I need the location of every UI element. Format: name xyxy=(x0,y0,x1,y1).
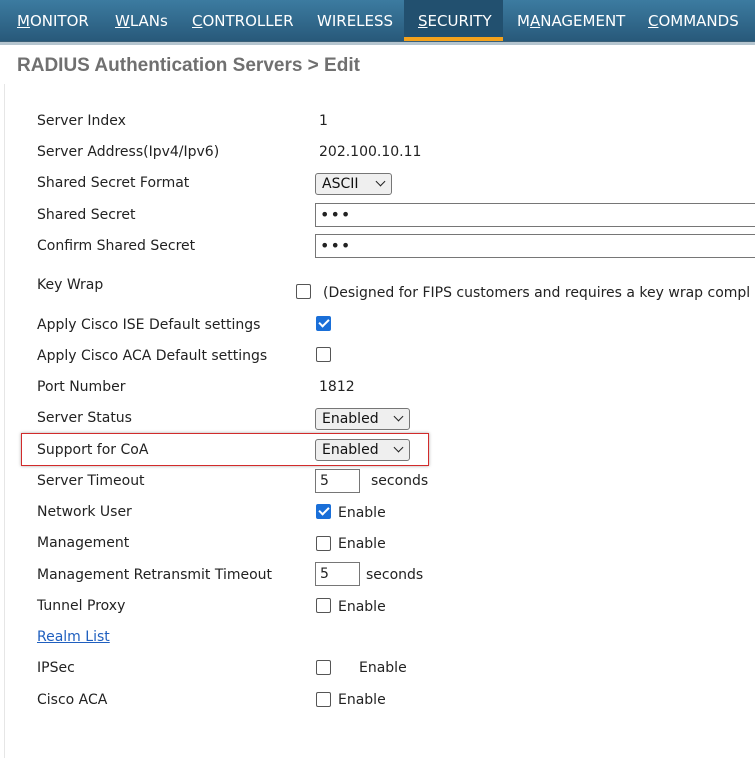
support-coa-label: Support for CoA xyxy=(37,442,149,458)
port-number-value: 1812 xyxy=(319,379,355,395)
chevron-down-icon xyxy=(393,442,404,453)
apply-ise-checkbox[interactable] xyxy=(316,316,331,331)
shared-secret-format-label: Shared Secret Format xyxy=(37,175,190,191)
ipsec-enable-text: Enable xyxy=(359,660,407,676)
chevron-down-icon xyxy=(393,411,404,422)
server-timeout-input[interactable]: 5 xyxy=(315,469,360,493)
key-wrap-checkbox[interactable] xyxy=(296,284,311,299)
nav-monitor[interactable]: MONITOR xyxy=(17,0,89,41)
shared-secret-label: Shared Secret xyxy=(37,207,136,223)
cisco-aca-checkbox[interactable] xyxy=(316,692,331,707)
mgmt-retransmit-input[interactable]: 5 xyxy=(315,562,360,586)
server-timeout-label: Server Timeout xyxy=(37,473,145,489)
cisco-aca-label: Cisco ACA xyxy=(37,692,108,708)
server-index-value: 1 xyxy=(319,113,328,129)
content-border xyxy=(4,84,5,758)
nav-wlans[interactable]: WLANs xyxy=(115,0,168,41)
mgmt-retransmit-unit: seconds xyxy=(366,567,424,583)
nav-commands[interactable]: COMMANDS xyxy=(648,0,739,41)
management-label: Management xyxy=(37,535,130,551)
apply-aca-checkbox[interactable] xyxy=(316,347,331,362)
support-coa-select[interactable]: Enabled xyxy=(315,439,410,461)
server-index-label: Server Index xyxy=(37,113,126,129)
network-user-label: Network User xyxy=(37,504,132,520)
ipsec-checkbox[interactable] xyxy=(316,660,331,675)
server-address-value: 202.100.10.11 xyxy=(319,144,422,160)
key-wrap-label: Key Wrap xyxy=(37,277,104,293)
server-timeout-unit: seconds xyxy=(371,473,429,489)
apply-ise-label: Apply Cisco ISE Default settings xyxy=(37,317,261,333)
nav-wireless[interactable]: WIRELESS xyxy=(317,0,393,41)
server-status-label: Server Status xyxy=(37,410,132,426)
tunnel-proxy-enable-text: Enable xyxy=(338,599,386,615)
mgmt-retransmit-label: Management Retransmit Timeout xyxy=(37,567,273,583)
port-number-label: Port Number xyxy=(37,379,126,395)
chevron-down-icon xyxy=(375,176,386,187)
cisco-aca-enable-text: Enable xyxy=(338,692,386,708)
nav-security[interactable]: SECURITY xyxy=(404,0,503,41)
key-wrap-note: (Designed for FIPS customers and require… xyxy=(323,285,751,301)
nav-management[interactable]: MANAGEMENT xyxy=(517,0,625,41)
server-status-select[interactable]: Enabled xyxy=(315,408,410,430)
network-user-checkbox[interactable] xyxy=(316,504,331,519)
management-enable-text: Enable xyxy=(338,536,386,552)
confirm-shared-secret-label: Confirm Shared Secret xyxy=(37,238,196,254)
tunnel-proxy-label: Tunnel Proxy xyxy=(37,598,126,614)
page-title: RADIUS Authentication Servers > Edit xyxy=(17,55,360,76)
nav-controller[interactable]: CONTROLLER xyxy=(192,0,294,41)
nav-divider xyxy=(0,41,755,45)
confirm-shared-secret-input[interactable]: ••• xyxy=(315,234,755,258)
network-user-enable-text: Enable xyxy=(338,505,386,521)
shared-secret-format-select[interactable]: ASCII xyxy=(315,173,392,195)
realm-list-link[interactable]: Realm List xyxy=(37,629,110,645)
top-navigation-bar: MONITOR WLANs CONTROLLER WIRELESS SECURI… xyxy=(0,0,755,42)
tunnel-proxy-checkbox[interactable] xyxy=(316,598,331,613)
server-address-label: Server Address(Ipv4/Ipv6) xyxy=(37,144,220,160)
shared-secret-input[interactable]: ••• xyxy=(315,203,755,227)
apply-aca-label: Apply Cisco ACA Default settings xyxy=(37,348,268,364)
management-checkbox[interactable] xyxy=(316,536,331,551)
ipsec-label: IPSec xyxy=(37,660,75,676)
